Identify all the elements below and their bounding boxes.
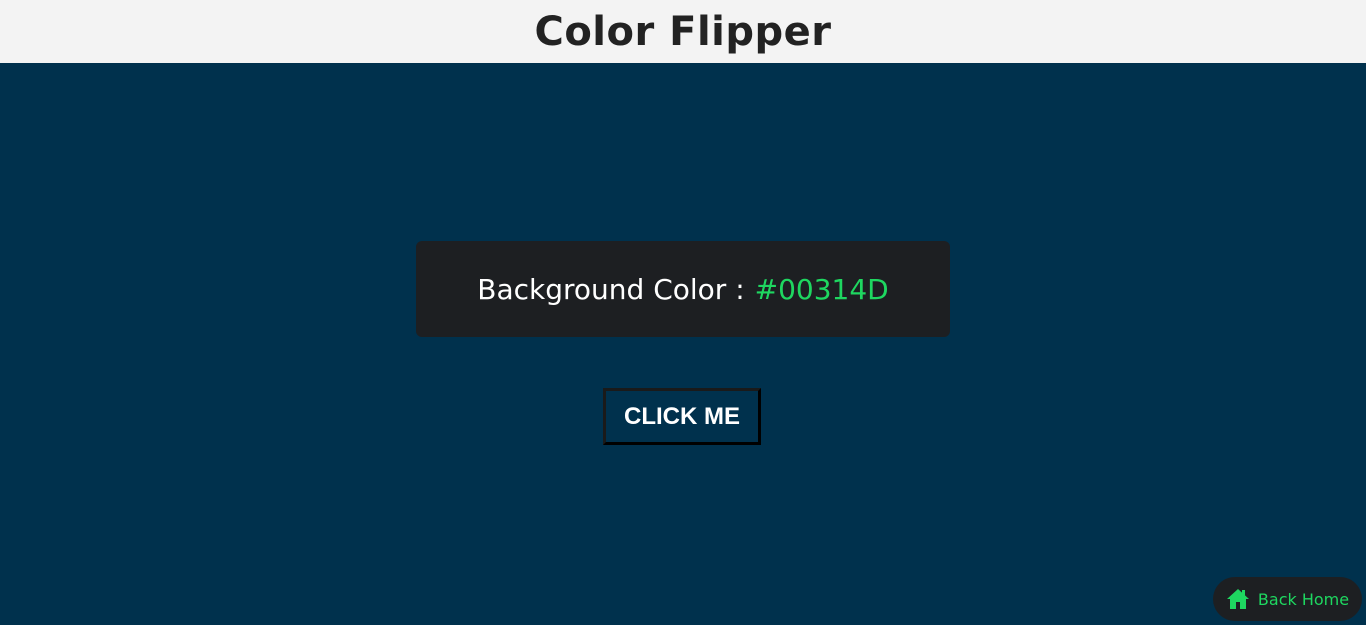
- click-me-button[interactable]: CLICK ME: [603, 388, 761, 445]
- back-home-label: Back Home: [1257, 589, 1350, 609]
- color-label: Background Color :: [477, 272, 745, 306]
- color-display-card: Background Color : #00314D: [416, 241, 950, 337]
- color-value: #00314D: [754, 272, 889, 306]
- main-area: Background Color : #00314D CLICK ME: [0, 63, 1366, 625]
- page-title: Color Flipper: [534, 8, 832, 55]
- top-bar: Color Flipper: [0, 0, 1366, 63]
- back-home-link[interactable]: Back Home: [1213, 577, 1362, 621]
- home-icon: [1226, 588, 1250, 610]
